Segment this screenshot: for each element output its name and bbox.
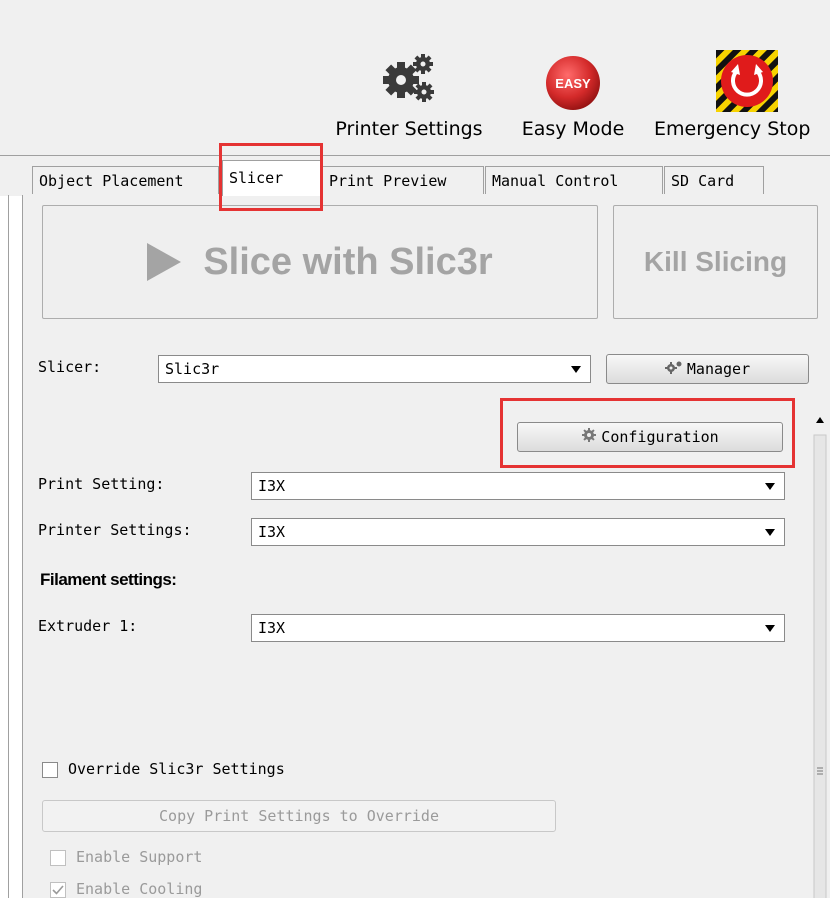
enable-cooling-checkbox[interactable]	[50, 882, 66, 898]
chevron-down-icon	[765, 625, 775, 632]
extruder1-label: Extruder 1:	[38, 617, 138, 635]
manager-button-label: Manager	[686, 360, 751, 378]
chevron-down-icon	[571, 366, 581, 373]
emergency-stop-icon	[716, 50, 778, 117]
gears-icon	[379, 50, 439, 111]
manager-button[interactable]: Manager	[606, 354, 809, 384]
easy-mode-label: Easy Mode	[521, 118, 625, 140]
configuration-button-label: Configuration	[601, 428, 719, 446]
scroll-thumb	[813, 434, 827, 903]
scroll-up-icon	[816, 417, 824, 423]
printer-settings-value: I3X	[258, 523, 286, 541]
tab-object-placement[interactable]: Object Placement	[32, 166, 219, 194]
override-label: Override Slic3r Settings	[68, 760, 285, 778]
extruder1-select[interactable]: I3X	[251, 614, 785, 642]
emergency-stop-button[interactable]: Emergency Stop	[654, 50, 830, 145]
filament-settings-heading: Filament settings:	[40, 570, 177, 589]
easy-mode-button[interactable]: EASY Easy Mode	[508, 50, 638, 145]
slicer-label: Slicer:	[38, 358, 102, 376]
kill-slicing-button[interactable]: Kill Slicing	[613, 205, 818, 319]
enable-support-checkbox[interactable]	[50, 850, 66, 866]
gear-icon	[581, 427, 597, 447]
printer-settings-button[interactable]: Printer Settings	[325, 50, 493, 145]
enable-cooling-label: Enable Cooling	[76, 880, 203, 898]
printer-settings-select[interactable]: I3X	[251, 518, 785, 546]
chevron-down-icon	[765, 483, 775, 490]
play-icon	[147, 243, 182, 281]
kill-button-label: Kill Slicing	[643, 246, 788, 277]
slicer-select-value: Slic3r	[165, 360, 220, 378]
print-setting-label: Print Setting:	[38, 475, 165, 493]
left-divider	[8, 195, 9, 898]
printer-settings-label: Printer Settings:	[38, 521, 192, 539]
easy-mode-icon: EASY	[544, 54, 602, 117]
extruder1-value: I3X	[258, 619, 286, 637]
slice-button-label: Slice with Slic3r	[203, 240, 493, 283]
tab-manual-control[interactable]: Manual Control	[485, 166, 663, 194]
print-setting-select[interactable]: I3X	[251, 472, 785, 500]
printer-settings-label: Printer Settings	[335, 118, 483, 140]
tab-slicer[interactable]: Slicer	[222, 160, 322, 196]
copy-print-settings-button[interactable]: Copy Print Settings to Override	[42, 800, 556, 832]
tab-print-preview[interactable]: Print Preview	[322, 166, 484, 194]
slicer-select[interactable]: Slic3r	[158, 355, 591, 383]
check-icon	[52, 885, 64, 895]
copy-button-label: Copy Print Settings to Override	[159, 807, 439, 825]
override-checkbox[interactable]	[42, 762, 58, 778]
tab-sd-card[interactable]: SD Card	[664, 166, 764, 194]
enable-support-label: Enable Support	[76, 848, 203, 866]
configuration-button[interactable]: Configuration	[517, 422, 783, 452]
gear-icon	[664, 360, 683, 378]
print-setting-value: I3X	[258, 477, 286, 495]
easy-icon-text: EASY	[555, 76, 591, 91]
chevron-down-icon	[765, 529, 775, 536]
slice-with-slic3r-button[interactable]: Slice with Slic3r	[42, 205, 598, 319]
emergency-stop-label: Emergency Stop	[654, 118, 811, 140]
vertical-scrollbar[interactable]	[810, 405, 830, 903]
